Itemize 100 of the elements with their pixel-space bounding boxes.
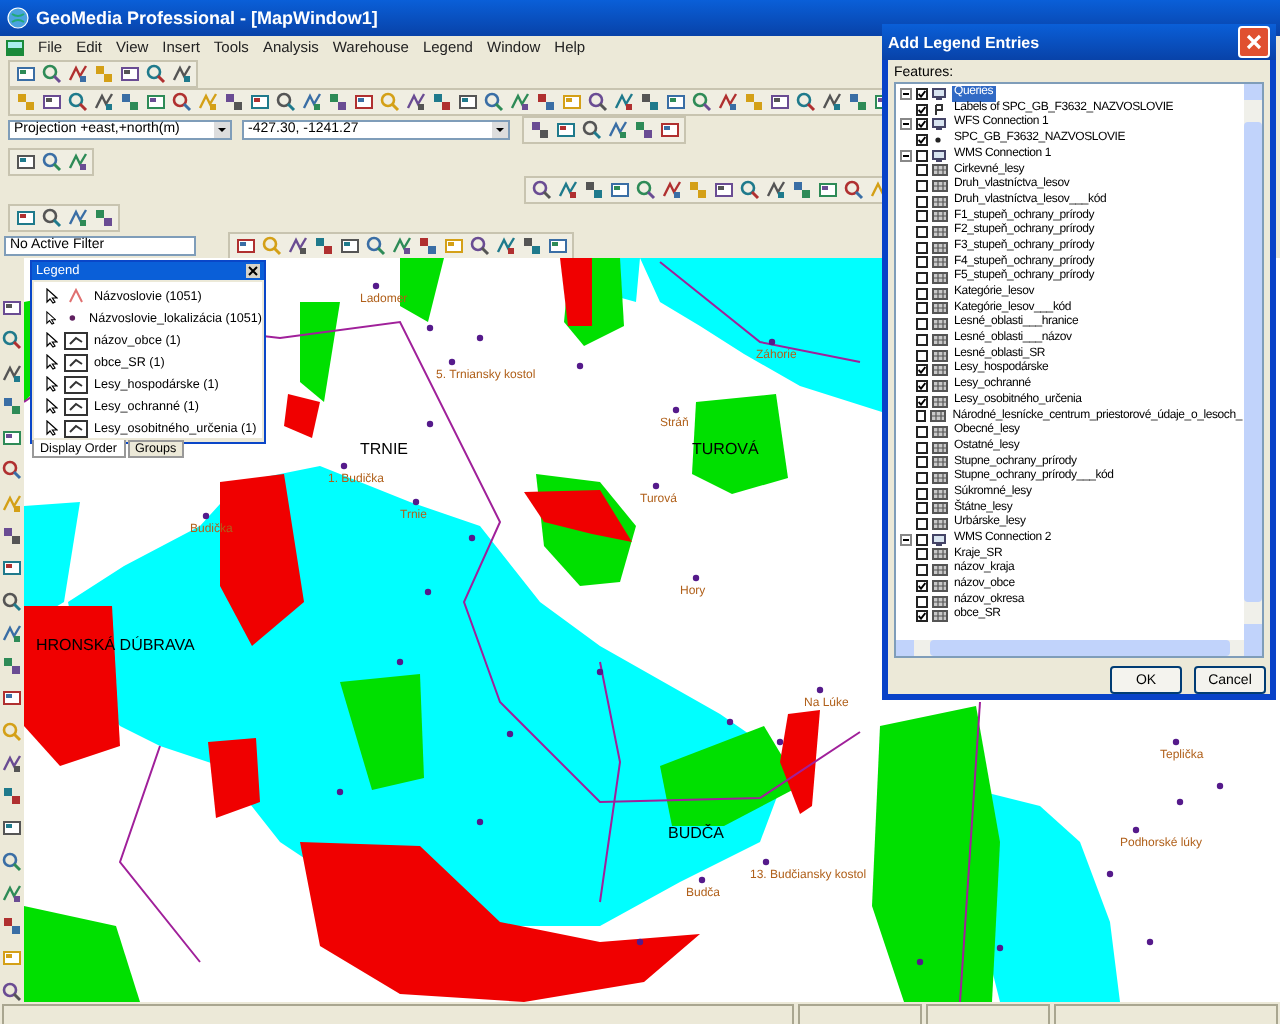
tool-icon[interactable] [1,460,23,482]
tool-icon[interactable] [554,118,576,140]
tool-icon[interactable] [794,90,816,112]
checkbox[interactable] [916,533,928,546]
tool-icon[interactable] [1,558,23,579]
tool-icon[interactable] [40,90,62,112]
checkbox[interactable] [916,595,928,608]
checkbox[interactable] [916,118,928,131]
checkbox[interactable] [916,287,928,300]
tool-icon[interactable] [14,150,36,172]
tool-icon[interactable] [326,90,348,112]
tool-icon[interactable] [534,90,556,112]
tool-icon[interactable] [92,206,114,228]
tool-icon[interactable] [508,90,530,112]
tool-icon[interactable] [638,90,660,112]
tool-icon[interactable] [118,90,140,112]
checkbox[interactable] [916,302,928,315]
expander-icon[interactable] [900,149,912,162]
tool-icon[interactable] [660,178,682,200]
checkbox[interactable] [916,548,928,561]
tool-icon[interactable] [816,178,838,200]
tool-icon[interactable] [580,118,602,140]
tool-icon[interactable] [144,62,166,84]
checkbox[interactable] [916,349,928,362]
tool-icon[interactable] [144,90,166,112]
tool-icon[interactable] [1,785,23,807]
tool-icon[interactable] [40,150,62,172]
checkbox[interactable] [916,364,928,377]
tool-icon[interactable] [690,90,712,112]
tool-icon[interactable] [352,90,374,112]
tool-icon[interactable] [92,90,114,112]
checkbox[interactable] [916,195,928,208]
tool-icon[interactable] [530,178,552,200]
checkbox[interactable] [916,610,928,623]
checkbox[interactable] [916,472,928,485]
tool-icon[interactable] [1,916,23,937]
tool-icon[interactable] [286,234,308,256]
tool-icon[interactable] [582,178,604,200]
checkbox[interactable] [916,241,928,254]
tool-icon[interactable] [528,118,550,140]
tool-icon[interactable] [404,90,426,112]
tool-icon[interactable] [40,62,62,84]
checkbox[interactable] [916,133,928,146]
checkbox[interactable] [916,456,928,469]
checkbox[interactable] [916,410,927,423]
tool-icon[interactable] [768,90,790,112]
caret-icon[interactable] [214,121,230,137]
tool-icon[interactable] [586,90,608,112]
tool-icon[interactable] [14,62,36,84]
tool-icon[interactable] [1,525,23,547]
checkbox[interactable] [916,441,928,454]
horizontal-scrollbar[interactable] [896,640,1262,656]
vertical-scrollbar[interactable] [1244,84,1262,640]
tool-icon[interactable] [390,234,412,256]
tool-icon[interactable] [66,62,88,84]
tool-icon[interactable] [300,90,322,112]
tool-icon[interactable] [66,90,88,112]
checkbox[interactable] [916,487,928,500]
tool-icon[interactable] [790,178,812,200]
tool-icon[interactable] [1,330,23,352]
expander-icon[interactable] [900,87,912,100]
tool-icon[interactable] [1,428,23,449]
tool-icon[interactable] [312,234,334,256]
tool-icon[interactable] [1,655,23,677]
tool-icon[interactable] [846,90,868,112]
tool-icon[interactable] [14,206,36,228]
checkbox[interactable] [916,226,928,239]
tool-icon[interactable] [764,178,786,200]
tool-icon[interactable] [494,234,516,256]
tool-icon[interactable] [556,178,578,200]
tool-icon[interactable] [222,90,244,112]
tool-icon[interactable] [364,234,386,256]
tool-icon[interactable] [430,90,452,112]
tool-icon[interactable] [234,234,256,256]
tool-icon[interactable] [1,818,23,840]
tool-icon[interactable] [274,90,296,112]
tool-icon[interactable] [520,234,542,256]
expander-icon[interactable] [900,533,912,546]
expander-icon[interactable] [900,118,912,131]
checkbox[interactable] [916,256,928,269]
checkbox[interactable] [916,502,928,515]
tool-icon[interactable] [66,150,88,172]
tool-icon[interactable] [664,90,686,112]
tool-icon[interactable] [738,178,760,200]
checkbox[interactable] [916,333,928,346]
checkbox[interactable] [916,272,928,285]
tool-icon[interactable] [416,234,438,256]
checkbox[interactable] [916,518,928,531]
checkbox[interactable] [916,425,928,438]
tool-icon[interactable] [716,90,738,112]
tool-icon[interactable] [1,395,23,417]
tool-icon[interactable] [456,90,478,112]
tool-icon[interactable] [1,363,23,384]
tool-icon[interactable] [468,234,490,256]
checkbox[interactable] [916,164,928,177]
tool-icon[interactable] [546,234,568,256]
tool-icon[interactable] [170,62,192,84]
features-tree[interactable] [894,82,1264,658]
tool-icon[interactable] [1,623,23,644]
tool-icon[interactable] [634,178,656,200]
